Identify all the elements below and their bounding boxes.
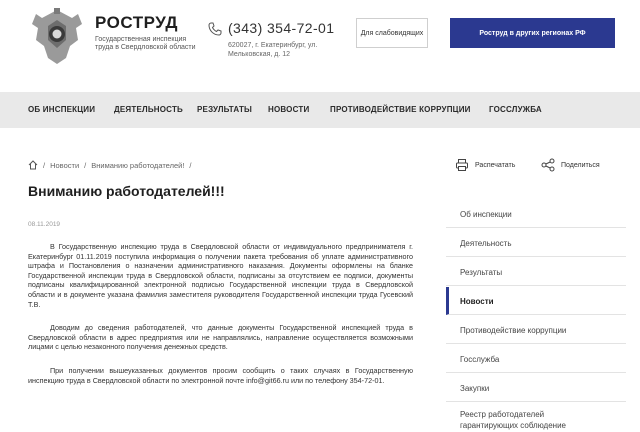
nav-item-results[interactable]: РЕЗУЛЬТАТЫ (197, 105, 252, 114)
sidebar-item-results[interactable]: Результаты (446, 258, 626, 286)
main-nav: ОБ ИНСПЕКЦИИ ДЕЯТЕЛЬНОСТЬ РЕЗУЛЬТАТЫ НОВ… (0, 92, 640, 128)
printer-icon (456, 159, 468, 171)
sidebar-item-civil-service[interactable]: Госслужба (446, 345, 626, 373)
page-title: Вниманию работодателей!!! (28, 183, 225, 199)
brand-subtitle: Государственная инспекция труда в Свердл… (95, 36, 196, 51)
article-paragraph: При получении вышеуказанных документов п… (28, 365, 413, 385)
sidebar-item-label: Закупки (460, 384, 490, 393)
home-icon[interactable] (28, 160, 38, 170)
breadcrumb-separator: / (84, 160, 87, 170)
sidebar-item-label: Результаты (460, 268, 503, 277)
breadcrumb-separator: / (43, 160, 46, 170)
article-paragraph: В Государственную инспекцию труда в Свер… (28, 242, 413, 309)
nav-item-about[interactable]: ОБ ИНСПЕКЦИИ (28, 105, 95, 114)
breadcrumb-item-news[interactable]: Новости (50, 161, 79, 170)
sidebar-item-anticorruption[interactable]: Противодействие коррупции (446, 316, 626, 344)
share-label: Поделиться (561, 161, 600, 169)
sidebar-item-label: Госслужба (460, 355, 500, 364)
print-label: Распечатать (475, 161, 516, 169)
brand-block[interactable]: РОСТРУД Государственная инспекция труда … (95, 13, 200, 52)
nav-item-news[interactable]: НОВОСТИ (268, 105, 309, 114)
breadcrumb-item-current: Вниманию работодателей! (91, 160, 185, 170)
phone-icon (208, 22, 222, 36)
sidebar-item-activity[interactable]: Деятельность (446, 229, 626, 257)
visually-impaired-button[interactable]: Для слабовидящих (356, 18, 428, 48)
other-regions-button[interactable]: Роструд в других регионах РФ (450, 18, 615, 48)
nav-item-activity[interactable]: ДЕЯТЕЛЬНОСТЬ (114, 105, 183, 114)
article-paragraph: Доводим до сведения работодателей, что д… (28, 323, 413, 352)
sidebar-item-about[interactable]: Об инспекции (446, 200, 626, 228)
publish-date: 08.11.2019 (28, 221, 61, 228)
breadcrumb: / Новости / Вниманию работодателей! / (28, 160, 192, 170)
site-header: РОСТРУД Государственная инспекция труда … (0, 0, 640, 92)
sidebar-item-label: Противодействие коррупции (460, 326, 567, 335)
sidebar-item-employer-registry[interactable]: Реестр работодателей гарантирующих соблю… (446, 403, 626, 432)
article-body: В Государственную инспекцию труда в Свер… (28, 242, 413, 399)
sidebar-item-label-line2: гарантирующих соблюдение (460, 421, 566, 430)
share-button[interactable]: Поделиться (541, 158, 600, 172)
sidebar-item-label: Реестр работодателей (460, 410, 545, 419)
share-icon (541, 158, 555, 172)
breadcrumb-separator: / (189, 160, 192, 170)
emblem-logo[interactable] (28, 6, 86, 68)
nav-item-anticorruption[interactable]: ПРОТИВОДЕЙСТВИЕ КОРРУПЦИИ (330, 105, 471, 114)
sidebar-item-label: Об инспекции (460, 210, 512, 219)
print-button[interactable]: Распечатать (455, 158, 515, 172)
sidebar-item-label: Новости (460, 297, 494, 306)
sidebar-item-label: Деятельность (460, 239, 512, 248)
phone-number[interactable]: (343) 354-72-01 (228, 20, 334, 36)
address: 620027, г. Екатеринбург, ул. Мельковская… (228, 42, 318, 58)
nav-item-civil-service[interactable]: ГОССЛУЖБА (489, 105, 542, 114)
sidebar-item-procurement[interactable]: Закупки (446, 374, 626, 402)
sidebar-item-news[interactable]: Новости (446, 287, 626, 315)
brand-name: РОСТРУД (95, 13, 179, 32)
